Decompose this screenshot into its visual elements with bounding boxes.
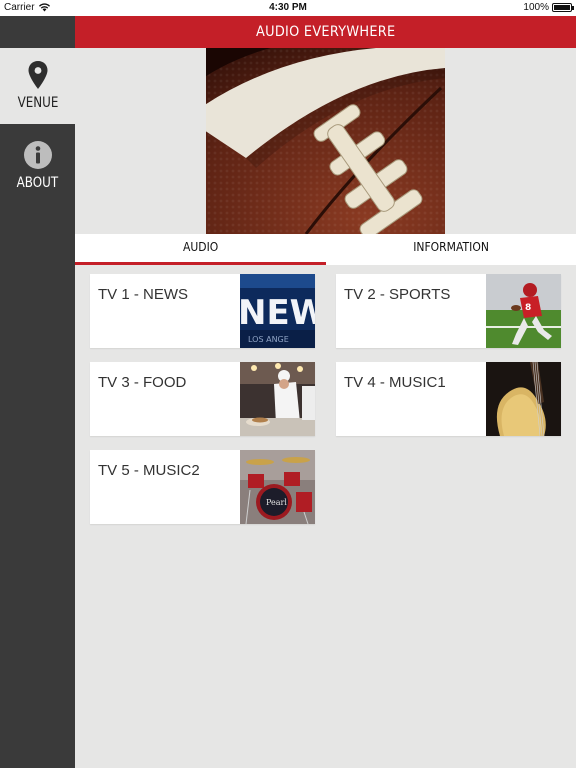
food-thumbnail — [240, 362, 315, 436]
channel-label: TV 4 - MUSIC1 — [344, 374, 446, 391]
header-left-strip — [0, 16, 75, 48]
tab-audio[interactable]: AUDIO — [75, 234, 326, 265]
status-right: 100% — [523, 2, 574, 13]
app-title: AUDIO EVERYWHERE — [255, 24, 396, 40]
channel-label: TV 5 - MUSIC2 — [98, 462, 200, 479]
channel-card-tv1[interactable]: TV 1 - NEWS NEWS LOS ANGE — [90, 274, 315, 348]
battery-level — [554, 5, 570, 10]
svg-text:8: 8 — [525, 303, 531, 313]
svg-text:Pearl: Pearl — [266, 498, 287, 507]
tab-bar: AUDIO INFORMATION — [75, 234, 576, 265]
sidebar-item-label: VENUE — [17, 95, 58, 111]
sidebar: VENUE ABOUT — [0, 48, 75, 768]
status-time: 4:30 PM — [269, 2, 307, 13]
map-pin-icon — [28, 61, 47, 89]
info-icon — [23, 141, 52, 169]
sidebar-item-about[interactable]: ABOUT — [0, 128, 75, 204]
sidebar-item-label: ABOUT — [16, 175, 59, 191]
sports-thumbnail: 8 — [486, 274, 561, 348]
news-thumbnail: NEWS LOS ANGE — [240, 274, 315, 348]
app-header: AUDIO EVERYWHERE — [75, 16, 576, 48]
channel-label: TV 3 - FOOD — [98, 374, 187, 391]
battery-percent: 100% — [523, 2, 549, 13]
channel-card-tv5[interactable]: TV 5 - MUSIC2 Pearl — [90, 450, 315, 524]
tab-label: INFORMATION — [412, 240, 489, 254]
tab-label: AUDIO — [182, 240, 218, 254]
battery-icon — [552, 3, 574, 12]
channel-label: TV 1 - NEWS — [98, 286, 189, 303]
status-bar: Carrier 4:30 PM 100% — [0, 0, 576, 16]
svg-text:NEWS: NEWS — [240, 293, 315, 333]
channel-card-tv2[interactable]: TV 2 - SPORTS 8 — [336, 274, 561, 348]
svg-text:LOS ANGE: LOS ANGE — [248, 335, 289, 344]
sidebar-item-venue[interactable]: VENUE — [0, 48, 75, 124]
guitar-thumbnail — [486, 362, 561, 436]
football-closeup-image — [206, 48, 445, 234]
channel-card-tv3[interactable]: TV 3 - FOOD — [90, 362, 315, 436]
channel-card-tv4[interactable]: TV 4 - MUSIC1 — [336, 362, 561, 436]
channel-label: TV 2 - SPORTS — [344, 286, 451, 303]
tab-information[interactable]: INFORMATION — [326, 234, 576, 265]
drums-thumbnail: Pearl — [240, 450, 315, 524]
